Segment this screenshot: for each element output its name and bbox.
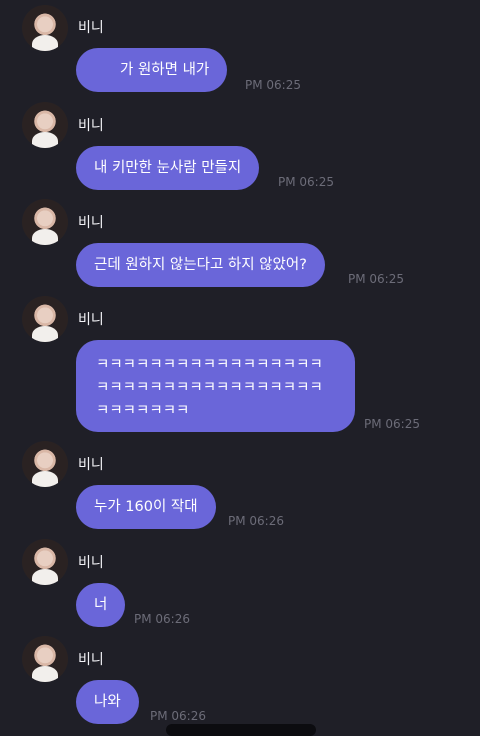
home-indicator xyxy=(166,724,316,736)
sender-name: 비니 xyxy=(78,215,104,231)
message-bubble[interactable]: 누가 160이 작대 xyxy=(76,485,216,529)
avatar[interactable] xyxy=(22,5,68,51)
avatar[interactable] xyxy=(22,296,68,342)
message-bubble[interactable]: 근데 원하지 않는다고 하지 않았어? xyxy=(76,243,325,287)
sender-name: 비니 xyxy=(78,457,104,473)
sender-name: 비니 xyxy=(78,652,104,668)
message-time: PM 06:26 xyxy=(150,709,206,723)
avatar[interactable] xyxy=(22,539,68,585)
avatar[interactable] xyxy=(22,199,68,245)
avatar[interactable] xyxy=(22,636,68,682)
message-bubble[interactable]: 내 키만한 눈사람 만들지 xyxy=(76,146,260,190)
avatar[interactable] xyxy=(22,441,68,487)
message-bubble[interactable]: ㅋㅋㅋㅋㅋㅋㅋㅋㅋㅋㅋㅋㅋㅋㅋㅋㅋㅋㅋㅋㅋㅋㅋㅋㅋㅋㅋㅋㅋㅋㅋㅋㅋㅋㅋㅋㅋㅋㅋㅋ… xyxy=(76,340,355,432)
message-time: PM 06:25 xyxy=(364,417,420,431)
message-bubble[interactable]: 너 xyxy=(76,583,126,627)
sender-name: 비니 xyxy=(78,312,104,328)
sender-name: 비니 xyxy=(78,20,104,36)
message-bubble[interactable]: 나와 xyxy=(76,680,139,724)
message-time: PM 06:26 xyxy=(134,612,190,626)
message-time: PM 06:25 xyxy=(245,78,301,92)
message-bubble[interactable]: 가 원하면 내가 xyxy=(76,48,228,92)
sender-name: 비니 xyxy=(78,555,104,571)
avatar[interactable] xyxy=(22,102,68,148)
message-time: PM 06:25 xyxy=(278,175,334,189)
sender-name: 비니 xyxy=(78,118,104,134)
message-time: PM 06:25 xyxy=(348,272,404,286)
chat-thread: 비니 가 원하면 내가 PM 06:25 비니 내 키만한 눈사람 만들지 PM… xyxy=(0,0,480,736)
message-time: PM 06:26 xyxy=(228,514,284,528)
